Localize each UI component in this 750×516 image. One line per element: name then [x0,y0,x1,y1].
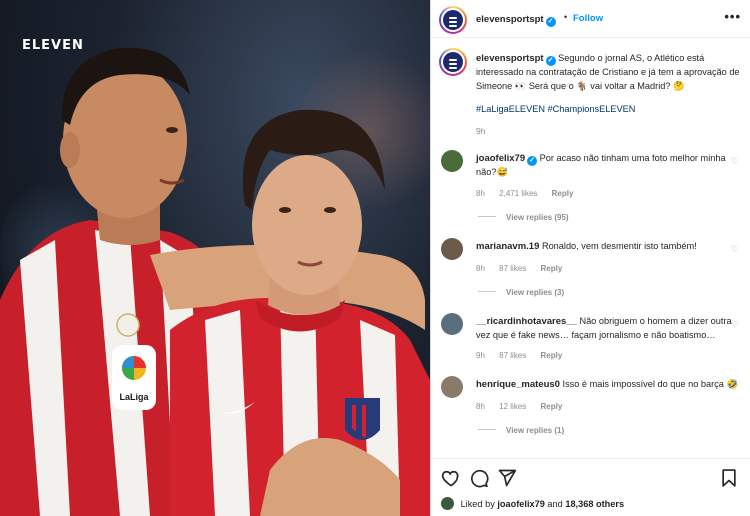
reply-button[interactable]: Reply [541,402,563,411]
comment-text: Isso é mais impossível do que no barça 🤣 [562,379,738,389]
post-sidebar: elevensportspt ✓ • Follow ••• elevensport… [430,0,750,516]
comment-time[interactable]: 8h [476,189,485,198]
comment-meta: 8h 87 likes Reply [476,264,574,273]
comment-heart-icon[interactable]: ♡ [731,319,739,330]
comment-heart-icon[interactable]: ♡ [731,156,739,167]
comment-time[interactable]: 8h [476,402,485,411]
more-options-icon[interactable]: ••• [724,9,741,24]
bookmark-icon[interactable] [719,468,739,488]
post-header: elevensportspt ✓ • Follow ••• [431,0,750,38]
comment-avatar[interactable] [441,150,463,172]
comment-likes[interactable]: 87 likes [499,351,526,360]
verified-icon: ✓ [545,56,556,66]
post-actions: Liked by joaofelix79 and 18,368 others [431,458,750,516]
comment-username[interactable]: marianavm.19 [476,241,539,252]
comment-username[interactable]: __ricardinhotavares__ [476,316,577,327]
comment-meta: 9h 87 likes Reply [476,351,574,360]
reply-button[interactable]: Reply [541,264,563,273]
eleven-logo: ELEVEN [22,38,84,53]
view-replies-button[interactable]: View replies (3) [478,288,564,297]
comment-time[interactable]: 8h [476,264,485,273]
liker-avatar[interactable] [441,497,454,510]
caption-username[interactable]: elevensportspt ✓ [476,53,556,66]
comment-icon[interactable] [469,468,489,488]
post-username[interactable]: elevensportspt ✓ [476,14,556,27]
view-replies-button[interactable]: View replies (95) [478,213,569,222]
send-icon[interactable] [497,468,517,488]
post-image[interactable]: LaLiga ELEVEN [0,0,430,516]
comment-time[interactable]: 9h [476,351,485,360]
comment-likes[interactable]: 12 likes [499,402,526,411]
separator-dot: • [564,12,568,22]
comment-meta: 8h 2,471 likes Reply [476,189,585,198]
follow-button[interactable]: Follow [573,13,603,24]
comment-meta: 8h 12 likes Reply [476,402,574,411]
comment-username[interactable]: henrique_mateus0 [476,379,560,390]
post-time[interactable]: 9h [476,126,485,136]
reply-button[interactable]: Reply [552,189,574,198]
verified-icon: ✓ [545,17,556,27]
heart-icon[interactable] [441,468,461,488]
caption-text: elevensportspt ✓ Segundo o jornal AS, o A… [476,53,740,91]
likes-count[interactable]: 18,368 others [565,499,624,509]
view-replies-button[interactable]: View replies (1) [478,426,564,435]
hashtags[interactable]: #LaLigaELEVEN #ChampionsELEVEN [476,104,635,114]
reply-button[interactable]: Reply [541,351,563,360]
liked-by: Liked by joaofelix79 and 18,368 others [441,497,624,510]
comment-text: Ronaldo, vem desmentir isto também! [541,241,697,251]
liker-username[interactable]: joaofelix79 [497,499,545,509]
svg-text:LaLiga: LaLiga [119,392,149,402]
comment-heart-icon[interactable]: ♡ [731,382,739,393]
comment-heart-icon[interactable]: ♡ [731,244,739,255]
avatar[interactable] [439,48,467,76]
comment-avatar[interactable] [441,376,463,398]
avatar[interactable] [439,6,467,34]
comment-avatar[interactable] [441,238,463,260]
comment-username[interactable]: joaofelix79 ✓ [476,153,538,166]
verified-icon: ✓ [527,156,538,166]
comment-likes[interactable]: 2,471 likes [499,189,537,198]
comment-likes[interactable]: 87 likes [499,264,526,273]
comment-avatar[interactable] [441,313,463,335]
players-illustration: LaLiga [0,47,430,516]
